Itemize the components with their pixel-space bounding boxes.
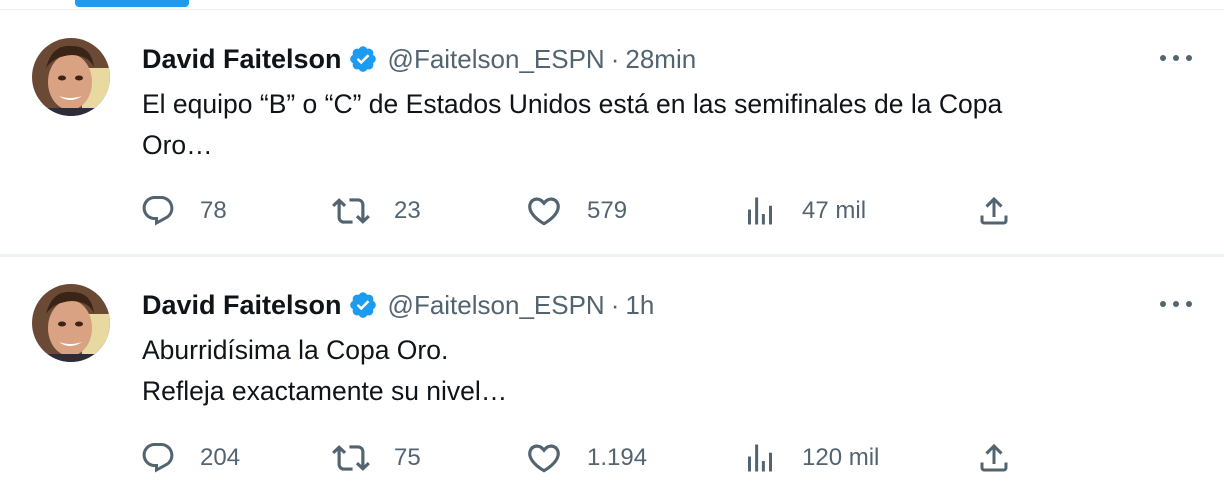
like-count: 1.194	[587, 444, 648, 471]
author-name[interactable]: David Faitelson	[142, 44, 342, 75]
reply-count: 78	[200, 197, 227, 224]
separator-dot: ·	[610, 289, 620, 320]
avatar[interactable]	[32, 284, 110, 362]
tweet-text-line: Refleja exactamente su nivel…	[142, 376, 508, 406]
timeline: David Faitelson @Faitelson_ESPN · 28min …	[0, 0, 1224, 499]
share-button[interactable]	[976, 191, 1012, 231]
like-button[interactable]: 579	[525, 191, 627, 231]
tweet-actions: 78 23 579 47 mil	[140, 191, 1040, 231]
top-divider	[0, 9, 1224, 10]
tweet-text: Aburridísima la Copa Oro. Refleja exacta…	[142, 330, 1192, 412]
retweet-icon	[332, 439, 370, 477]
reply-button[interactable]: 78	[140, 191, 227, 231]
views-icon	[742, 440, 778, 476]
author-handle[interactable]: @Faitelson_ESPN	[388, 44, 605, 75]
more-options-icon[interactable]	[1158, 292, 1194, 316]
tweet-header: David Faitelson @Faitelson_ESPN · 28min	[142, 42, 696, 76]
views-button[interactable]: 120 mil	[742, 438, 879, 478]
separator-dot: ·	[610, 43, 620, 74]
avatar[interactable]	[32, 38, 110, 116]
timestamp[interactable]: 28min	[625, 44, 696, 75]
like-icon	[525, 192, 563, 230]
retweet-count: 75	[394, 444, 421, 471]
tweet-text-line: Aburridísima la Copa Oro.	[142, 335, 449, 365]
share-button[interactable]	[976, 438, 1012, 478]
tweet[interactable]: David Faitelson @Faitelson_ESPN · 1h Abu…	[0, 258, 1224, 499]
like-icon	[525, 439, 563, 477]
view-count: 47 mil	[802, 197, 867, 224]
tweet-header: David Faitelson @Faitelson_ESPN · 1h	[142, 288, 654, 322]
retweet-icon	[332, 192, 370, 230]
retweet-button[interactable]: 75	[332, 438, 421, 478]
verified-badge-icon	[348, 44, 378, 74]
tweet-actions: 204 75 1.194 120 mil	[140, 438, 1040, 478]
like-count: 579	[587, 197, 628, 224]
views-button[interactable]: 47 mil	[742, 191, 866, 231]
share-icon	[976, 440, 1012, 476]
reply-count: 204	[200, 444, 241, 471]
share-icon	[976, 193, 1012, 229]
reply-icon	[140, 193, 176, 229]
reply-icon	[140, 440, 176, 476]
like-button[interactable]: 1.194	[525, 438, 647, 478]
retweet-count: 23	[394, 197, 421, 224]
active-tab-indicator	[75, 0, 189, 7]
more-options-icon[interactable]	[1158, 46, 1194, 70]
author-name[interactable]: David Faitelson	[142, 290, 342, 321]
tweet-divider	[0, 254, 1224, 257]
tweet-text-line: Oro…	[142, 130, 213, 160]
retweet-button[interactable]: 23	[332, 191, 421, 231]
timestamp[interactable]: 1h	[625, 290, 654, 321]
author-handle[interactable]: @Faitelson_ESPN	[388, 290, 605, 321]
views-icon	[742, 193, 778, 229]
view-count: 120 mil	[802, 444, 880, 471]
tweet-text-line: El equipo “B” o “C” de Estados Unidos es…	[142, 89, 1003, 119]
tweet[interactable]: David Faitelson @Faitelson_ESPN · 28min …	[0, 12, 1224, 255]
reply-button[interactable]: 204	[140, 438, 240, 478]
tweet-text: El equipo “B” o “C” de Estados Unidos es…	[142, 84, 1192, 166]
verified-badge-icon	[348, 290, 378, 320]
